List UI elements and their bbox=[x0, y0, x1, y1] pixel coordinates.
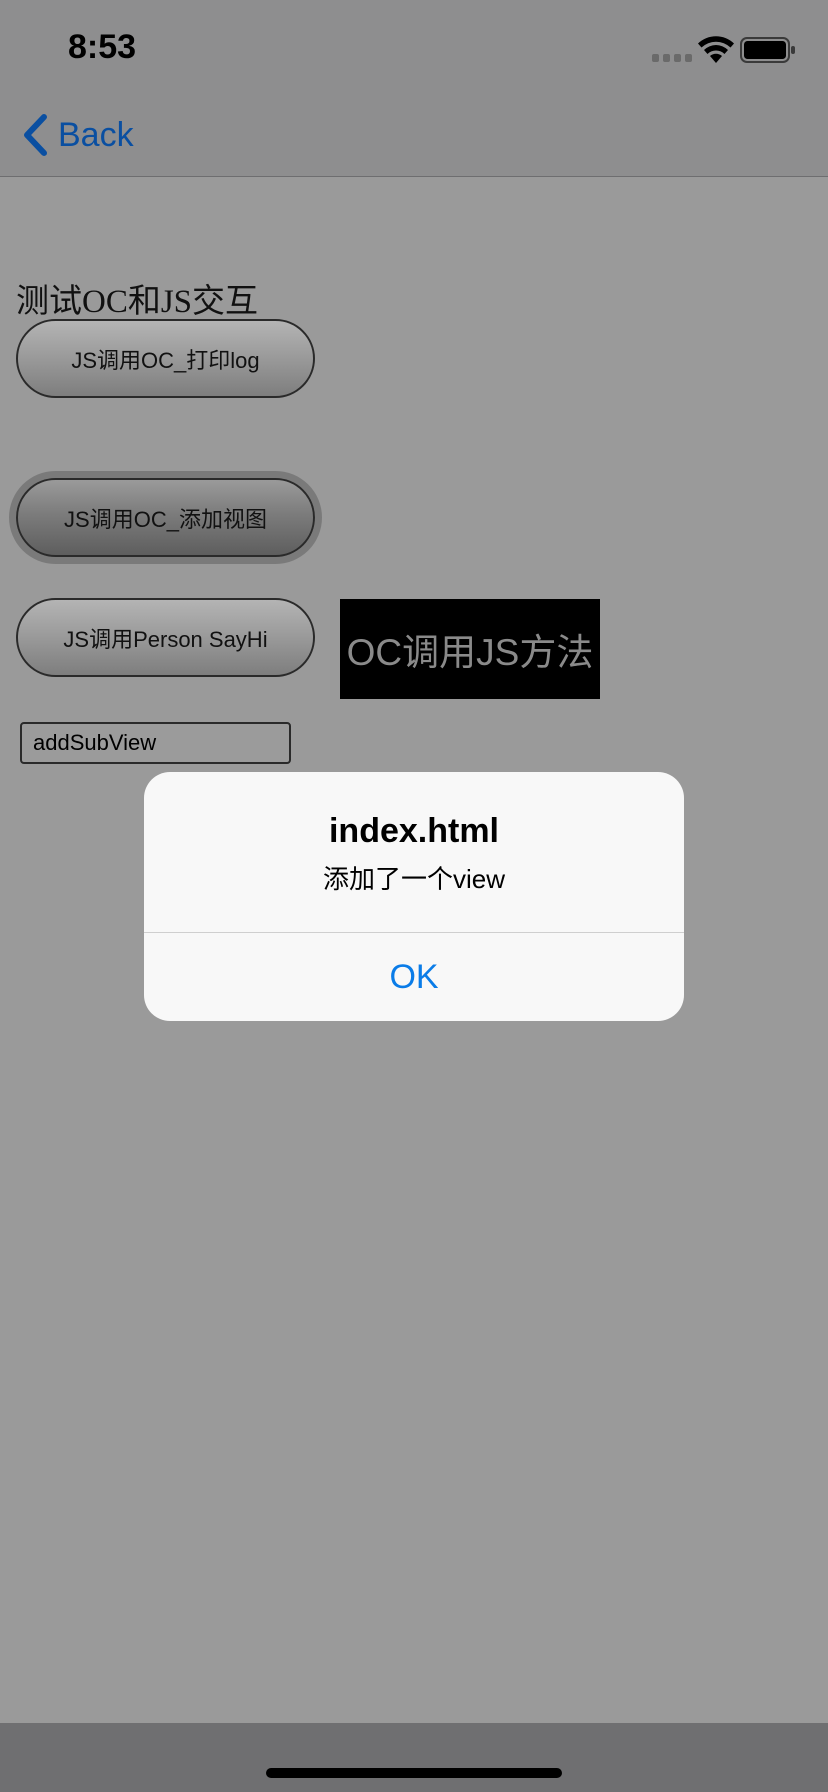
oc-call-js-button[interactable]: OC调用JS方法 bbox=[340, 599, 600, 699]
chevron-left-icon bbox=[24, 114, 47, 156]
signal-icon bbox=[652, 54, 692, 62]
status-time: 8:53 bbox=[68, 28, 137, 66]
js-call-oc-log-button[interactable]: JS调用OC_打印log bbox=[16, 319, 315, 398]
alert-title: index.html bbox=[328, 812, 500, 850]
alert-dialog: index.html 添加了一个view OK bbox=[144, 772, 684, 1021]
js-call-person-sayhi-button[interactable]: JS调用Person SayHi bbox=[16, 598, 315, 677]
text-input[interactable]: addSubView bbox=[20, 722, 291, 764]
wifi-icon bbox=[698, 36, 734, 63]
battery-icon bbox=[740, 37, 795, 63]
alert-message: 添加了一个view bbox=[322, 864, 505, 894]
home-area bbox=[0, 1723, 828, 1792]
js-call-oc-add-view-button[interactable]: JS调用OC_添加视图 bbox=[16, 478, 315, 557]
navigation-bar: Back bbox=[0, 100, 828, 177]
status-bar: 8:53 bbox=[0, 0, 828, 100]
home-indicator[interactable] bbox=[266, 1768, 562, 1778]
back-button[interactable]: Back bbox=[22, 110, 134, 160]
ok-button[interactable]: OK bbox=[144, 933, 684, 1021]
page-title: 测试OC和JS交互 bbox=[16, 284, 259, 320]
back-label: Back bbox=[58, 115, 134, 154]
